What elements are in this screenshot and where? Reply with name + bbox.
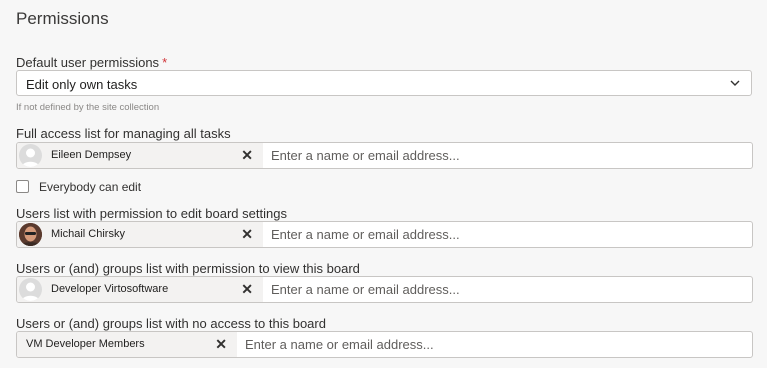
group-name: Developer Virtosoftware: [51, 283, 169, 295]
default-permissions-label: Default user permissions *: [16, 55, 167, 70]
section-title: Permissions: [16, 9, 109, 28]
remove-person-icon[interactable]: ✕: [241, 147, 253, 164]
avatar-placeholder-icon: [19, 144, 42, 167]
remove-group-icon[interactable]: ✕: [241, 281, 253, 298]
full-access-label: Full access list for managing all tasks: [16, 126, 231, 141]
everybody-can-edit-checkbox[interactable]: [16, 180, 29, 193]
everybody-can-edit-label[interactable]: Everybody can edit: [39, 180, 141, 194]
person-chip: Michail Chirsky ✕: [17, 222, 263, 247]
edit-settings-input[interactable]: Enter a name or email address...: [271, 227, 460, 242]
group-chip: VM Developer Members ✕: [17, 332, 237, 357]
full-access-picker: Eileen Dempsey ✕ Enter a name or email a…: [16, 142, 753, 169]
required-marker: *: [162, 55, 168, 70]
default-permissions-label-text: Default user permissions: [16, 55, 160, 70]
remove-person-icon[interactable]: ✕: [241, 226, 253, 243]
view-board-input[interactable]: Enter a name or email address...: [271, 282, 460, 297]
person-chip: Eileen Dempsey ✕: [17, 143, 263, 168]
edit-settings-picker: Michail Chirsky ✕ Enter a name or email …: [16, 221, 753, 248]
view-board-label: Users or (and) groups list with permissi…: [16, 261, 360, 276]
edit-settings-label: Users list with permission to edit board…: [16, 206, 287, 221]
chevron-down-icon: [730, 80, 740, 86]
no-access-input[interactable]: Enter a name or email address...: [245, 337, 434, 352]
default-permissions-dropdown[interactable]: Edit only own tasks: [16, 70, 752, 96]
full-access-input[interactable]: Enter a name or email address...: [271, 148, 460, 163]
no-access-label: Users or (and) groups list with no acces…: [16, 316, 326, 331]
view-board-picker: Developer Virtosoftware ✕ Enter a name o…: [16, 276, 753, 303]
person-name: Eileen Dempsey: [51, 149, 132, 161]
group-name: VM Developer Members: [26, 338, 145, 350]
default-permissions-hint: If not defined by the site collection: [16, 102, 160, 113]
avatar-placeholder-icon: [19, 278, 42, 301]
remove-group-icon[interactable]: ✕: [215, 336, 227, 353]
person-name: Michail Chirsky: [51, 228, 125, 240]
avatar-photo: [19, 223, 42, 246]
no-access-picker: VM Developer Members ✕ Enter a name or e…: [16, 331, 753, 358]
group-chip: Developer Virtosoftware ✕: [17, 277, 263, 302]
default-permissions-value: Edit only own tasks: [26, 77, 138, 92]
